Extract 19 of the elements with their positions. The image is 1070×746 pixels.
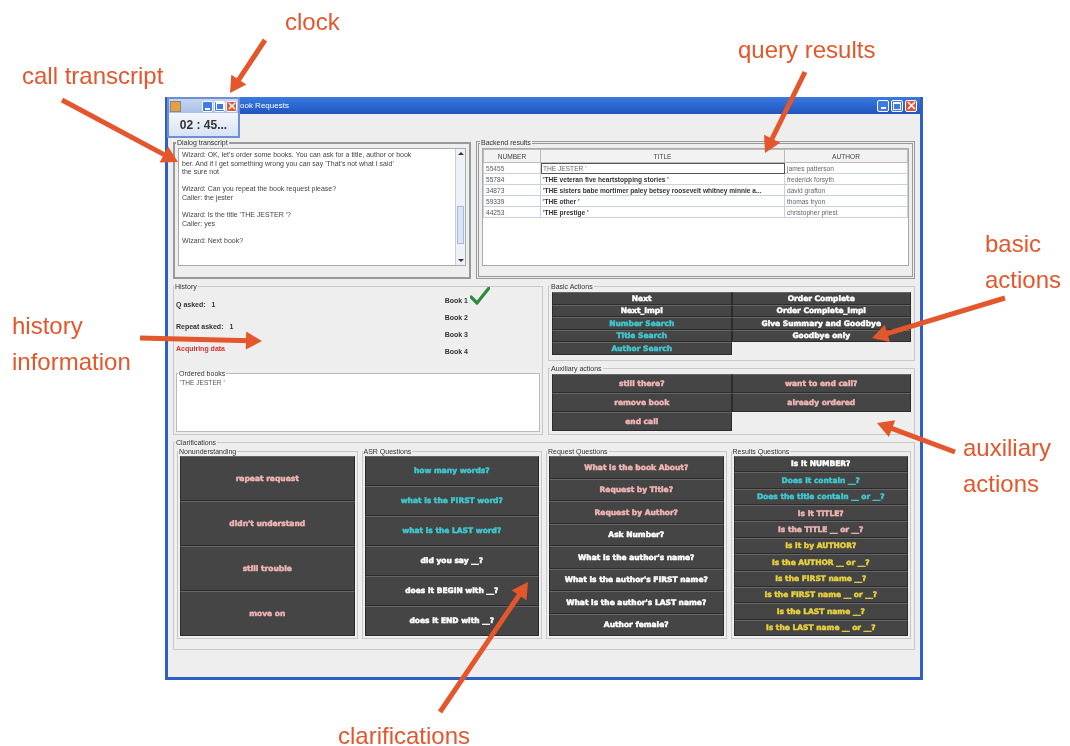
window-title: ook Requests <box>240 101 289 110</box>
close-icon[interactable] <box>905 99 917 112</box>
close-icon[interactable] <box>226 100 237 112</box>
annotation-label: auxiliary actions <box>963 433 1052 499</box>
annotation-label: clock <box>285 7 340 37</box>
annotation-label: clarifications <box>338 721 471 746</box>
scrollbar[interactable] <box>455 149 465 265</box>
maximize-icon[interactable] <box>214 100 225 112</box>
transcript-area[interactable] <box>178 148 466 266</box>
annotation-label: history information <box>12 311 131 377</box>
maximize-icon[interactable] <box>891 99 903 112</box>
minimize-icon[interactable] <box>202 100 213 112</box>
app-icon <box>170 100 181 112</box>
minimize-icon[interactable] <box>877 99 889 112</box>
annotation-label: query results <box>738 35 876 65</box>
annotation-arrow <box>230 38 268 93</box>
annotation-label: basic actions <box>985 229 1062 295</box>
clock-time: 02 : 45... <box>169 113 238 136</box>
annotation-label: call transcript <box>22 61 164 91</box>
